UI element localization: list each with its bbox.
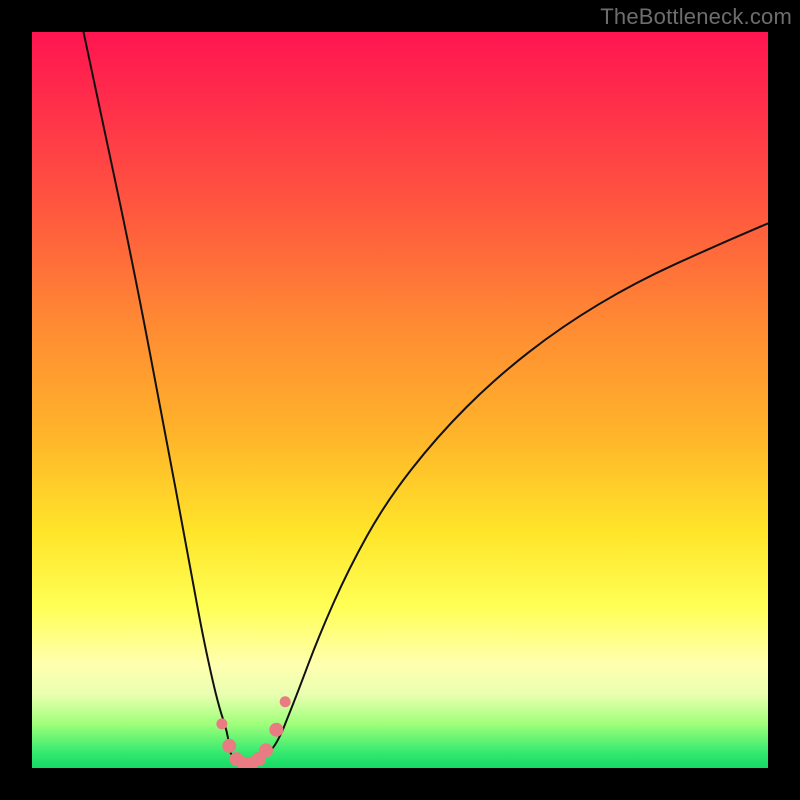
curve-layer <box>32 32 768 768</box>
valley-bead <box>222 739 236 753</box>
bottleneck-curve <box>84 32 768 765</box>
valley-bead <box>216 718 227 729</box>
valley-bead <box>280 696 291 707</box>
attribution-text: TheBottleneck.com <box>600 4 792 30</box>
valley-bead <box>259 743 273 757</box>
plot-area <box>32 32 768 768</box>
chart-root: TheBottleneck.com <box>0 0 800 800</box>
valley-bead <box>269 723 283 737</box>
